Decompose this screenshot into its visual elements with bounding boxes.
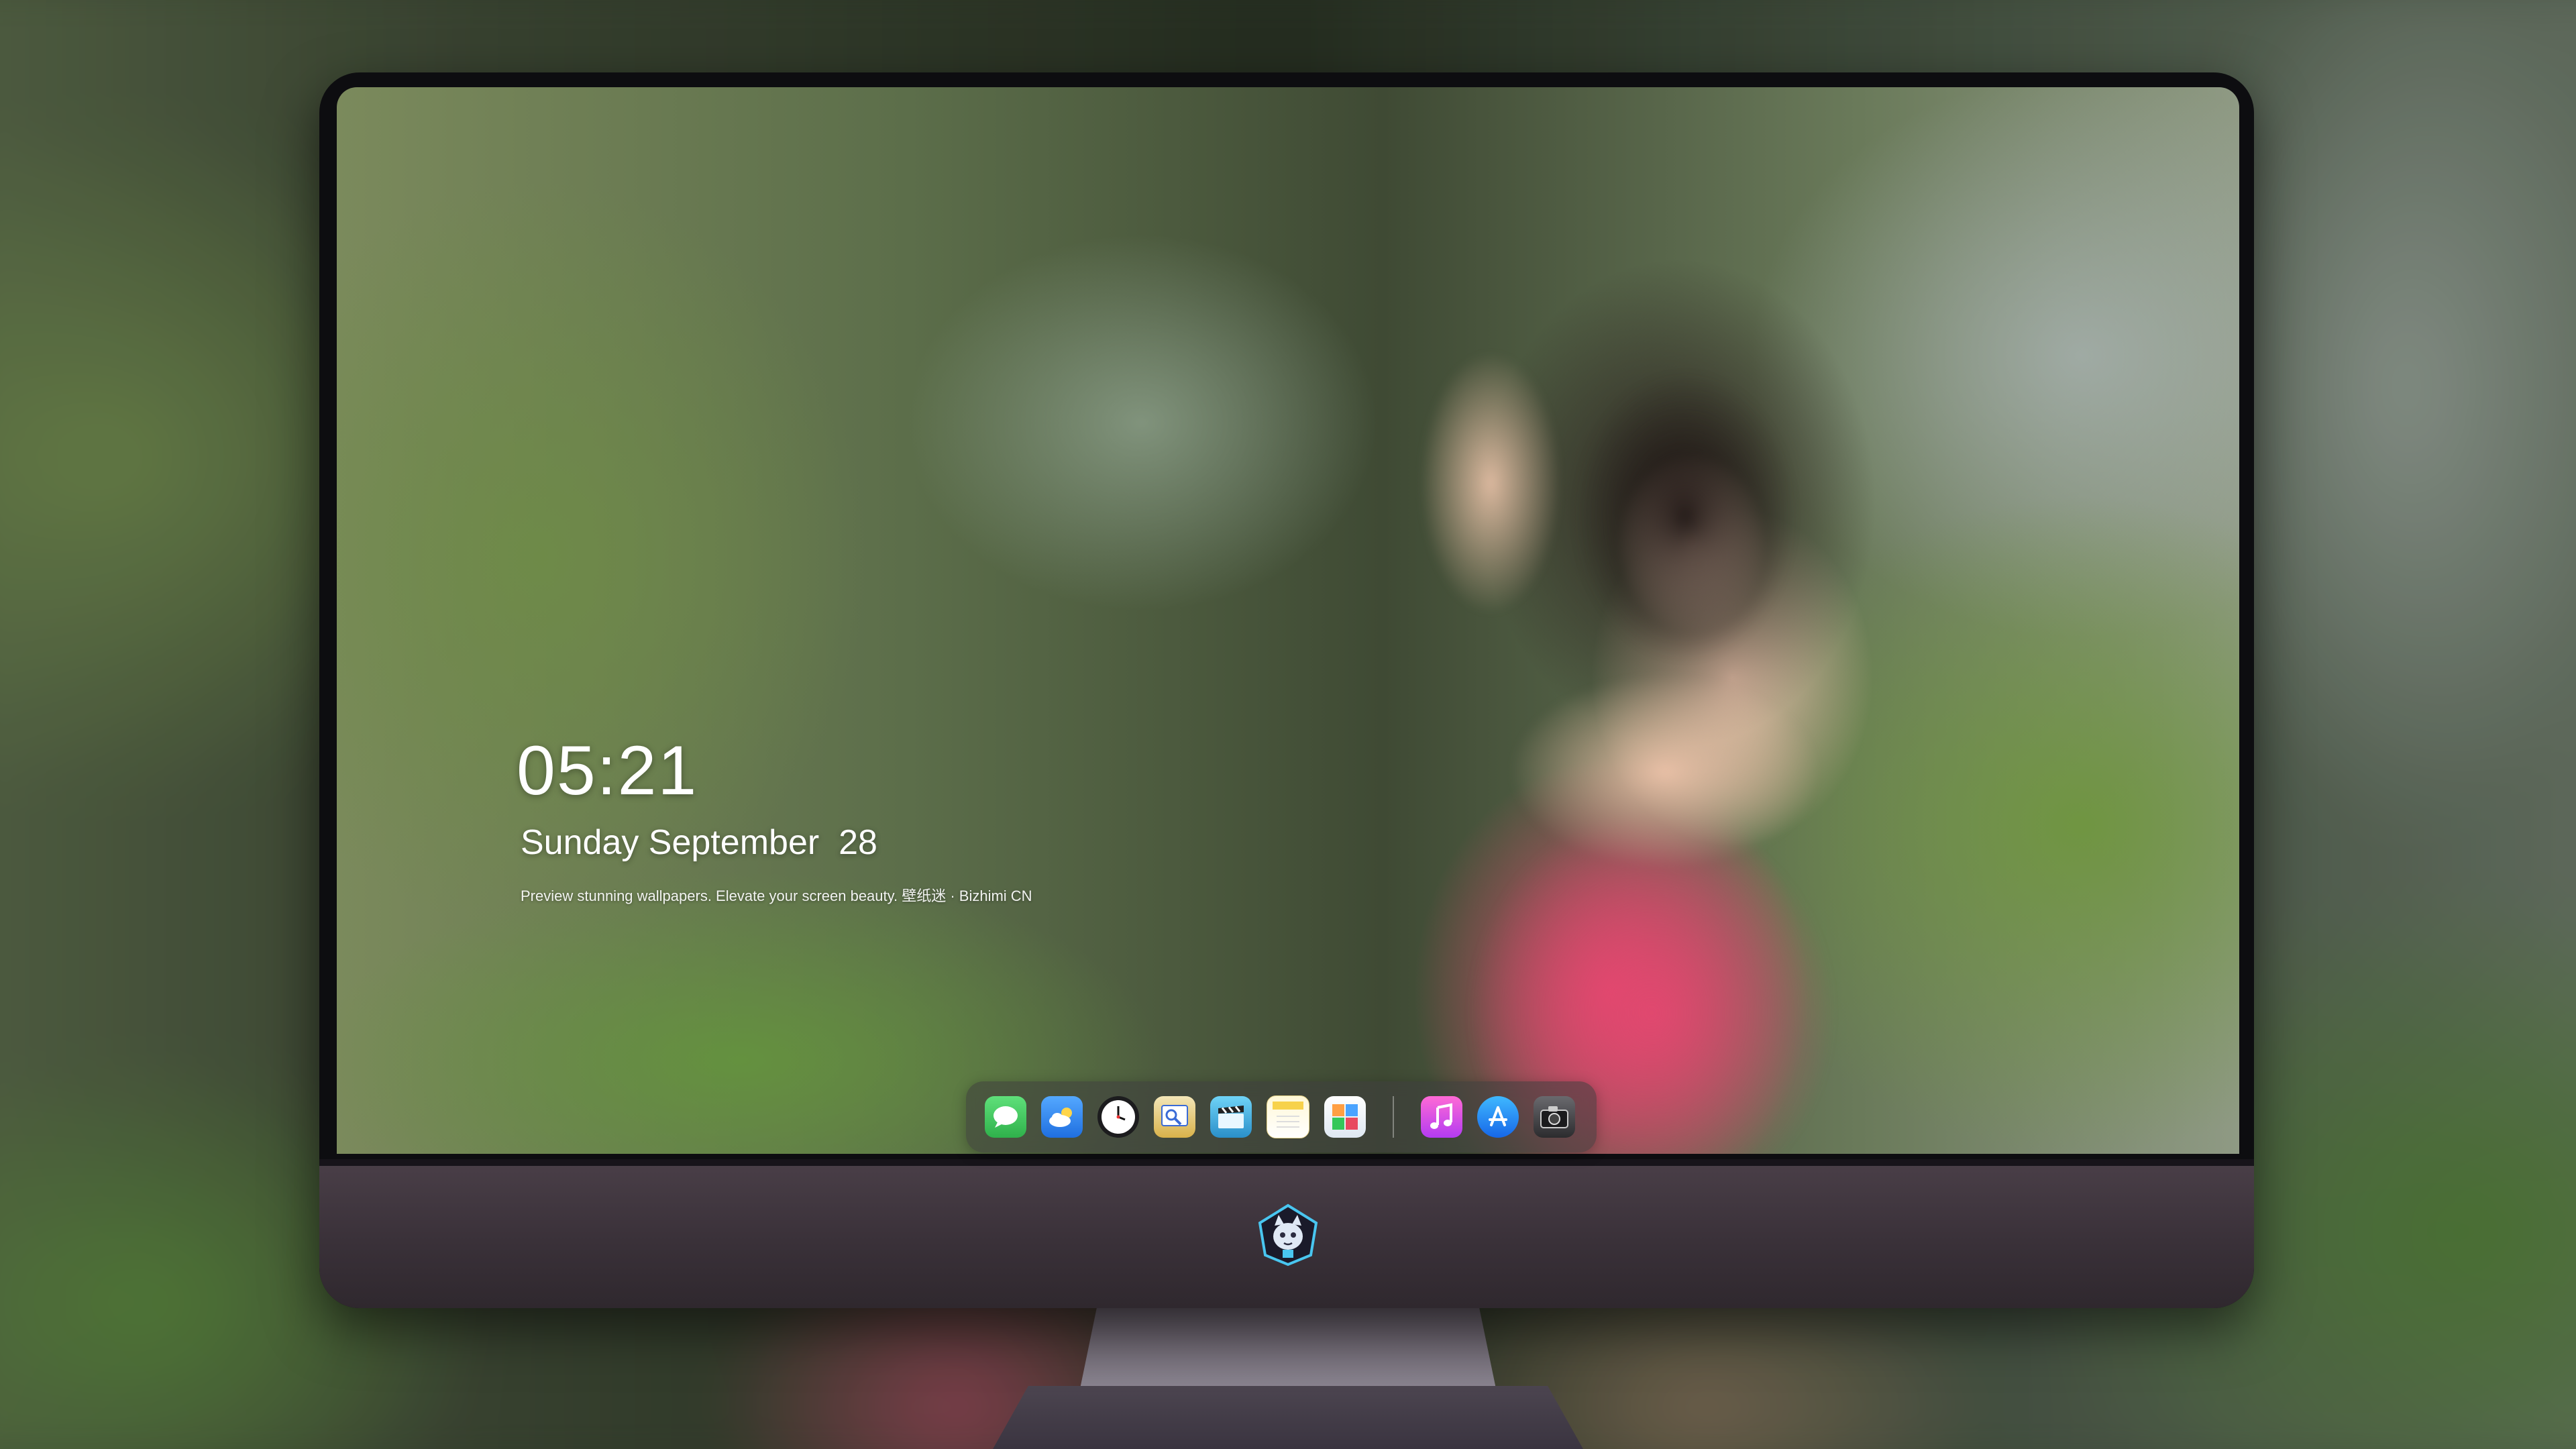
- mascot-logo-icon: [1258, 1203, 1318, 1267]
- lockscreen-date: Sunday September 28: [521, 823, 877, 862]
- messages-icon[interactable]: [985, 1096, 1026, 1138]
- music-icon[interactable]: [1421, 1096, 1462, 1138]
- weather-icon[interactable]: [1041, 1096, 1083, 1138]
- wallpaper-photo: [1249, 262, 2121, 1154]
- monitor-stand-neck: [1080, 1308, 1496, 1389]
- camera-icon[interactable]: [1534, 1096, 1575, 1138]
- photo-browser-icon[interactable]: [1324, 1096, 1366, 1138]
- dock-separator: [1393, 1096, 1394, 1138]
- notes-icon[interactable]: [1267, 1095, 1309, 1138]
- desktop-scene: 05:21 Sunday September 28 Preview stunni…: [0, 0, 2576, 1449]
- clapperboard-icon[interactable]: [1210, 1096, 1252, 1138]
- preview-icon[interactable]: [1154, 1096, 1195, 1138]
- app-store-icon[interactable]: [1477, 1096, 1519, 1138]
- clock-icon[interactable]: [1097, 1096, 1139, 1138]
- lockscreen-tagline: Preview stunning wallpapers. Elevate you…: [521, 888, 1032, 904]
- monitor-stand-base: [993, 1386, 1583, 1449]
- lock-screen[interactable]: [337, 87, 2239, 1154]
- lockscreen-time: 05:21: [517, 732, 698, 810]
- dock: [966, 1081, 1597, 1152]
